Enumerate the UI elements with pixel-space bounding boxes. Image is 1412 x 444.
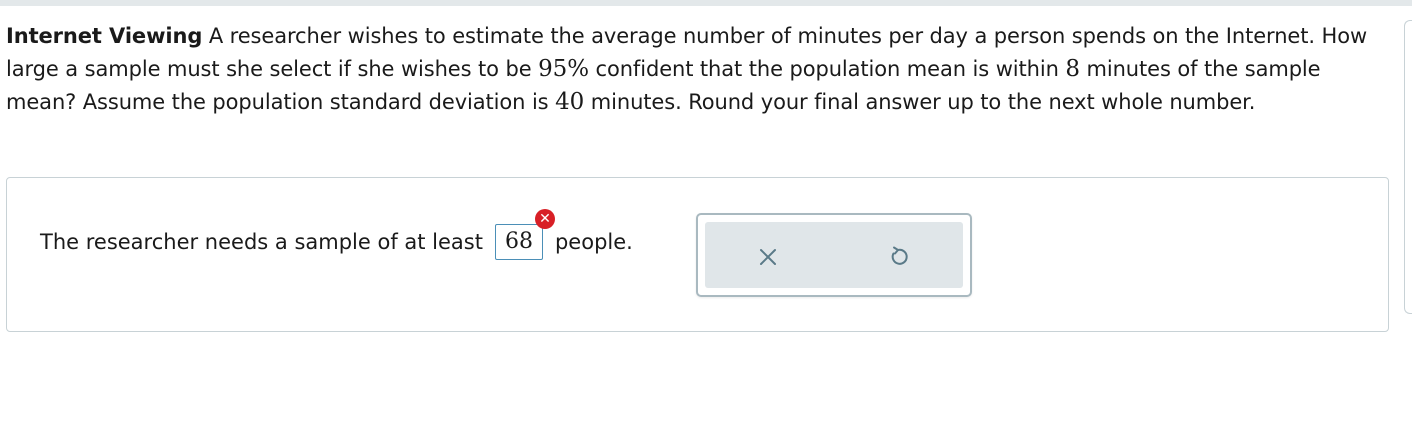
close-icon (760, 249, 776, 265)
wrong-x-icon: ✕ (534, 209, 555, 229)
answer-prefix: The researcher needs a sample of at leas… (40, 230, 483, 254)
confidence-value: 95% (538, 56, 589, 82)
answer-action-panel (696, 213, 972, 297)
top-bar (0, 0, 1412, 6)
question-title: Internet Viewing (6, 24, 203, 48)
answer-suffix: people. (554, 230, 633, 254)
question-text-part-2: confident that the population mean is wi… (588, 57, 1066, 81)
side-panel-edge (1404, 20, 1412, 314)
clear-button[interactable] (753, 242, 783, 272)
margin-value: 8 (1065, 56, 1080, 82)
answer-value: 68 (504, 229, 533, 254)
undo-icon (891, 246, 908, 265)
sigma-value: 40 (555, 89, 585, 115)
answer-sentence: The researcher needs a sample of at leas… (40, 209, 633, 260)
undo-button[interactable] (883, 242, 913, 272)
answer-input[interactable]: 68 ✕ (494, 209, 555, 260)
action-panel-inner (705, 222, 963, 288)
question-text-part-4: minutes. Round your final answer up to t… (584, 90, 1256, 114)
question-text: Internet Viewing A researcher wishes to … (6, 20, 1386, 119)
